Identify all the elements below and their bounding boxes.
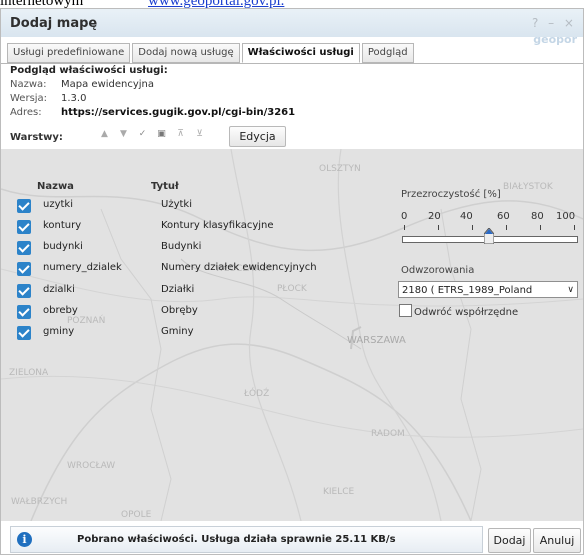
tab-add-new-service[interactable]: Dodaj nową usługę — [132, 43, 240, 63]
layer-row[interactable]: numery_dzialek Numery działek ewidencyjn… — [17, 261, 377, 279]
add-button[interactable]: Dodaj — [488, 528, 531, 553]
top-icon[interactable]: ⊼ — [173, 126, 188, 143]
layer-name: budynki — [43, 241, 83, 252]
map-label-lodz: ŁÓDŹ — [243, 387, 269, 399]
opacity-tick — [438, 225, 439, 230]
map-label-bialystok: BIAŁYSTOK — [503, 182, 554, 192]
dialog-title: Dodaj mapę — [10, 16, 98, 31]
layer-checkbox[interactable] — [17, 262, 31, 276]
bottom-icon[interactable]: ⊻ — [192, 126, 207, 143]
opacity-tick — [404, 225, 405, 230]
swap-coordinates-checkbox[interactable]: Odwróć współrzędne — [399, 304, 518, 318]
layer-title: Działki — [161, 284, 195, 295]
service-version: 1.3.0 — [61, 93, 87, 104]
layer-checkbox[interactable] — [17, 326, 31, 340]
layer-checkbox[interactable] — [17, 220, 31, 234]
opacity-tick — [472, 225, 473, 230]
layer-row[interactable]: obreby Obręby — [17, 304, 377, 322]
layer-row[interactable]: uzytki Użytki — [17, 198, 377, 216]
service-name: Mapa ewidencyjna — [61, 79, 155, 90]
window-controls[interactable]: ? – × — [532, 16, 577, 30]
layer-title: Gminy — [161, 326, 194, 337]
opacity-tick — [574, 225, 575, 230]
checkbox-box[interactable] — [399, 304, 412, 317]
layer-title: Numery działek ewidencyjnych — [161, 262, 317, 273]
swap-coordinates-label: Odwróć współrzędne — [414, 307, 519, 318]
layer-name: kontury — [43, 220, 82, 231]
layer-name: dzialki — [43, 284, 75, 295]
layer-title: Obręby — [161, 305, 198, 316]
dialog-titlebar[interactable]: Dodaj mapę ? – × — [1, 9, 583, 37]
map-label-zielona: ZIELONA — [9, 368, 49, 378]
tab-divider — [1, 63, 583, 64]
opacity-tick — [540, 225, 541, 230]
layer-name: uzytki — [43, 199, 73, 210]
layer-name: numery_dzialek — [43, 262, 122, 273]
page-text-prefix: internetowym — [0, 0, 84, 8]
name-label: Nazwa: — [10, 79, 47, 90]
check-icon[interactable]: ✓ — [135, 126, 150, 143]
move-down-icon[interactable]: ▼ — [116, 126, 131, 143]
layer-title: Kontury klasyfikacyjne — [161, 220, 274, 231]
service-address: https://services.gugik.gov.pl/cgi-bin/32… — [61, 107, 296, 118]
copy-icon[interactable]: ▣ — [154, 126, 169, 143]
opacity-scale-tick-label: 20 — [428, 211, 441, 222]
column-header-name: Nazwa — [37, 181, 74, 192]
opacity-tick — [506, 225, 507, 230]
info-icon: i — [17, 532, 32, 547]
cancel-button[interactable]: Anuluj — [533, 528, 581, 553]
opacity-scale-tick-label: 0 — [401, 211, 408, 222]
tab-service-properties[interactable]: Właściwości usługi — [241, 43, 360, 63]
layer-checkbox[interactable] — [17, 241, 31, 255]
opacity-slider-thumb[interactable] — [484, 228, 494, 244]
layer-checkbox[interactable] — [17, 199, 31, 213]
page-text-line: internetowym www.geoportal.gov.pl. — [0, 0, 584, 8]
map-label-radom: RADOM — [371, 429, 405, 439]
map-label-walbrzych: WAŁBRZYCH — [11, 497, 67, 507]
projection-selected-value: 2180 ( ETRS_1989_Poland — [402, 285, 533, 296]
edit-button[interactable]: Edycja — [229, 126, 286, 147]
opacity-scale-tick-label: 40 — [460, 211, 473, 222]
map-label-wroclaw: WROCŁAW — [67, 461, 115, 471]
opacity-scale-tick-label: 60 — [497, 211, 510, 222]
layer-title: Użytki — [161, 199, 192, 210]
geoportal-link[interactable]: www.geoportal.gov.pl. — [148, 0, 284, 8]
opacity-scale-tick-label: 80 — [531, 211, 544, 222]
layer-row[interactable]: gminy Gminy — [17, 325, 377, 343]
status-bar: i Pobrano właściwości. Usługa działa spr… — [10, 526, 483, 553]
opacity-scale: 0 20 40 60 80 100 — [401, 211, 579, 223]
map-label-kielce: KIELCE — [323, 487, 355, 497]
projection-select[interactable]: 2180 ( ETRS_1989_Poland ∨ — [398, 281, 578, 298]
layer-row[interactable]: kontury Kontury klasyfikacyjne — [17, 219, 377, 237]
layer-name: obreby — [43, 305, 78, 316]
layers-label: Warstwy: — [10, 132, 63, 143]
tab-preview[interactable]: Podgląd — [361, 43, 414, 63]
add-map-dialog: Dodaj mapę ? – × geopor Usługi predefini… — [0, 8, 584, 555]
version-label: Wersja: — [10, 93, 48, 104]
projection-label: Odwzorowania — [401, 265, 475, 276]
address-label: Adres: — [10, 107, 42, 118]
dialog-tabs: Usługi predefiniowane Dodaj nową usługę … — [7, 43, 414, 63]
move-up-icon[interactable]: ▲ — [97, 126, 112, 143]
layer-row[interactable]: budynki Budynki — [17, 240, 377, 258]
layer-row[interactable]: dzialki Działki — [17, 283, 377, 301]
map-label-opole: OPOLE — [121, 510, 152, 520]
layer-checkbox[interactable] — [17, 284, 31, 298]
status-text: Pobrano właściwości. Usługa działa spraw… — [77, 534, 396, 545]
tab-predefined-services[interactable]: Usługi predefiniowane — [7, 43, 131, 63]
opacity-label: Przezroczystość [%] — [401, 189, 501, 200]
opacity-scale-tick-label: 100 — [556, 211, 576, 222]
geoportal-watermark: geopor — [533, 33, 577, 46]
column-header-title: Tytuł — [151, 181, 179, 192]
layer-name: gminy — [43, 326, 75, 337]
layer-title: Budynki — [161, 241, 202, 252]
service-preview-heading: Podgląd właściwości usługi: — [10, 65, 168, 76]
map-label-olsztyn: OLSZTYN — [319, 164, 361, 174]
layer-checkbox[interactable] — [17, 305, 31, 319]
chevron-down-icon: ∨ — [567, 285, 574, 295]
